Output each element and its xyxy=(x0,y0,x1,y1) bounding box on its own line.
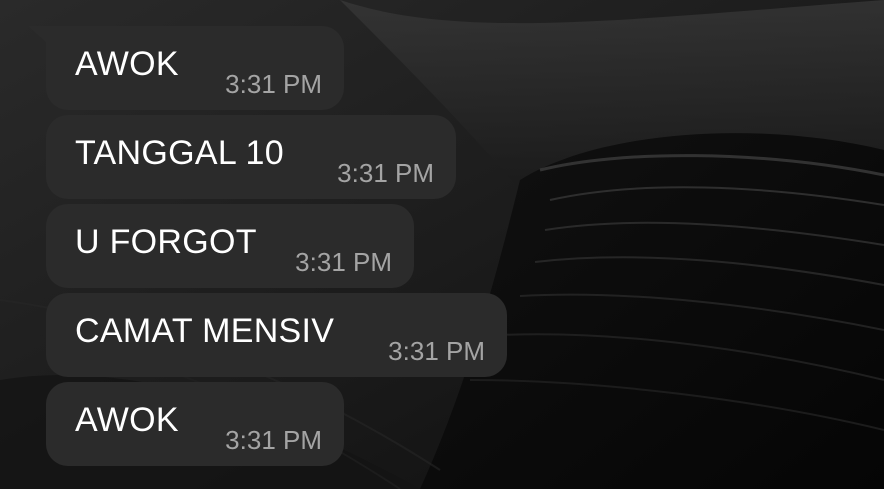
message-bubble[interactable]: TANGGAL 10 3:31 PM xyxy=(46,115,456,199)
message-text: AWOK xyxy=(75,45,179,83)
message-timestamp: 3:31 PM xyxy=(225,69,322,99)
message-text: AWOK xyxy=(75,401,179,439)
message-timestamp: 3:31 PM xyxy=(388,336,485,366)
message-bubble[interactable]: U FORGOT 3:31 PM xyxy=(46,204,414,288)
message-text: CAMAT MENSIV xyxy=(75,312,335,350)
message-text: U FORGOT xyxy=(75,223,257,261)
message-timestamp: 3:31 PM xyxy=(295,247,392,277)
message-bubble[interactable]: AWOK 3:31 PM xyxy=(28,26,344,110)
message-bubble[interactable]: AWOK 3:31 PM xyxy=(46,382,344,466)
message-text: TANGGAL 10 xyxy=(75,134,284,172)
message-list[interactable]: AWOK 3:31 PM TANGGAL 10 3:31 PM U FORGOT… xyxy=(0,0,884,489)
message-timestamp: 3:31 PM xyxy=(337,158,434,188)
message-bubble[interactable]: CAMAT MENSIV 3:31 PM xyxy=(46,293,507,377)
bubble-tail xyxy=(28,26,46,42)
message-timestamp: 3:31 PM xyxy=(225,425,322,455)
